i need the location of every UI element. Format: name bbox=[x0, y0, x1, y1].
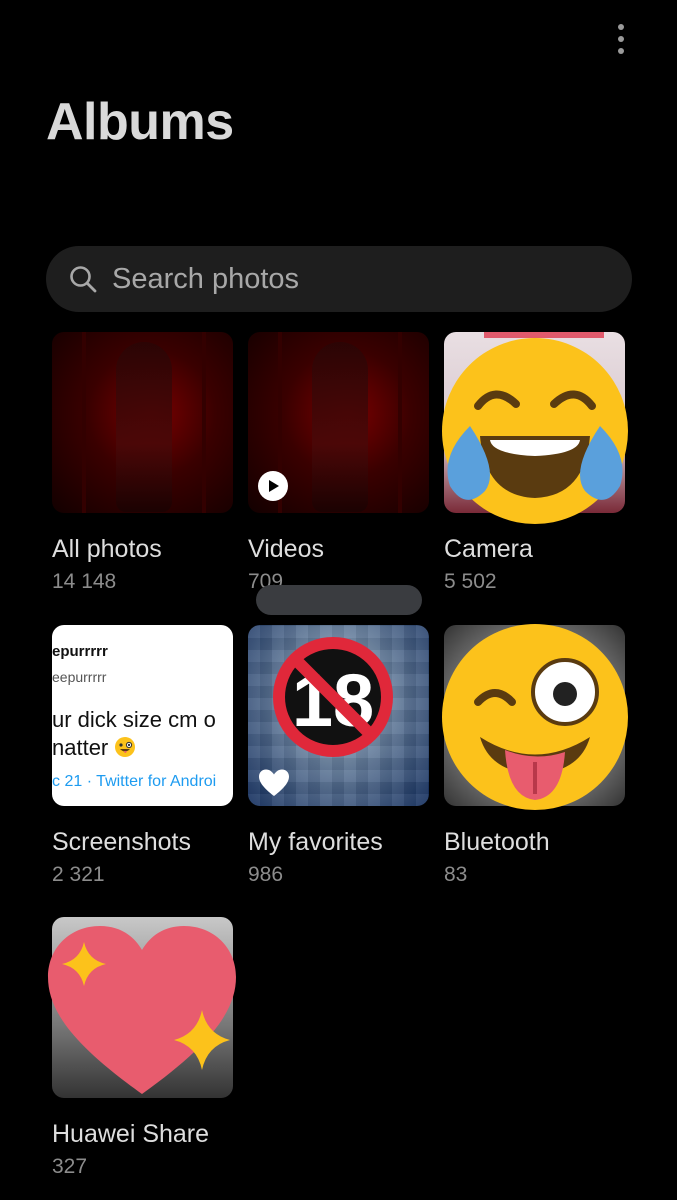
album-thumbnail bbox=[52, 332, 233, 513]
album-count: 2 321 bbox=[52, 863, 105, 886]
thumb-text: epurrrrr bbox=[52, 643, 108, 660]
more-options-button[interactable] bbox=[605, 18, 637, 60]
album-count: 986 bbox=[248, 863, 284, 886]
search-input[interactable]: Search photos bbox=[112, 263, 299, 296]
album-camera[interactable]: Camera 5 502 bbox=[444, 332, 625, 594]
album-name: Screenshots bbox=[52, 828, 191, 856]
album-thumbnail bbox=[248, 332, 429, 513]
page-title: Albums bbox=[46, 93, 234, 151]
winking-emoji-icon bbox=[115, 737, 136, 757]
album-count: 83 bbox=[444, 863, 468, 886]
album-name: Camera bbox=[444, 535, 533, 563]
album-thumbnail bbox=[444, 625, 625, 806]
album-name: Bluetooth bbox=[444, 828, 550, 856]
album-thumbnail bbox=[444, 332, 625, 513]
search-icon bbox=[68, 264, 98, 294]
album-screenshots[interactable]: epurrrrr eepurrrrr ur dick size cm o nat… bbox=[52, 625, 233, 887]
thumb-text: natter bbox=[52, 735, 109, 760]
album-count: 14 148 bbox=[52, 570, 117, 593]
album-all-photos[interactable]: All photos 14 148 bbox=[52, 332, 233, 594]
more-vertical-icon bbox=[618, 24, 624, 30]
thumb-text: c 21 · Twitter for Androi bbox=[52, 773, 217, 790]
heart-icon bbox=[259, 769, 289, 796]
thumb-text: eepurrrrr bbox=[52, 669, 107, 685]
album-count: 327 bbox=[52, 1155, 88, 1178]
search-bar[interactable]: Search photos bbox=[46, 246, 632, 312]
album-huawei-share[interactable]: Huawei Share 327 bbox=[52, 917, 233, 1179]
album-count: 5 502 bbox=[444, 570, 497, 593]
album-videos[interactable]: Videos 709 bbox=[248, 332, 429, 594]
scroll-pill bbox=[256, 585, 422, 615]
thumb-text: ur dick size cm o bbox=[52, 707, 216, 732]
album-name: My favorites bbox=[248, 828, 383, 856]
album-thumbnail: epurrrrr eepurrrrr ur dick size cm o nat… bbox=[52, 625, 233, 806]
play-icon bbox=[258, 471, 288, 501]
album-thumbnail bbox=[52, 917, 233, 1098]
album-name: All photos bbox=[52, 535, 162, 563]
album-my-favorites[interactable]: My favorites 986 bbox=[248, 625, 429, 887]
album-name: Huawei Share bbox=[52, 1120, 210, 1148]
album-thumbnail bbox=[248, 625, 429, 806]
album-name: Videos bbox=[248, 535, 324, 563]
album-bluetooth[interactable]: Bluetooth 83 bbox=[444, 625, 625, 887]
